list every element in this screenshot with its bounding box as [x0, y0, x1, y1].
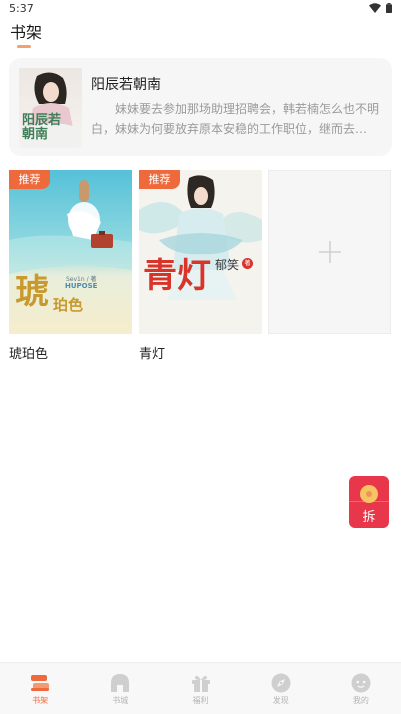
cover-author: 郁笑	[215, 258, 240, 272]
discover-icon	[271, 673, 291, 693]
header: 书架	[0, 18, 401, 50]
nav-item-welfare[interactable]: 福利	[160, 663, 240, 714]
title-indicator	[17, 45, 31, 48]
nav-label: 发现	[272, 696, 289, 705]
bottom-nav: 书架 书城 福利 发现 我的	[0, 662, 401, 714]
battery-icon	[386, 3, 392, 13]
add-book-button[interactable]	[268, 170, 391, 334]
status-icons	[369, 3, 392, 13]
nav-item-bookshelf[interactable]: 书架	[0, 663, 80, 714]
cover-big-chars: 青灯	[143, 256, 211, 296]
cover-big-char: 琥	[15, 272, 49, 312]
nav-label: 书架	[32, 696, 49, 705]
gift-icon	[191, 675, 210, 692]
featured-book-cover: 阳辰若朝南	[19, 68, 82, 148]
red-packet-label: 拆	[362, 510, 376, 525]
nav-item-profile[interactable]: 我的	[321, 663, 401, 714]
book-cover: 琥 珀色 Sev1n / 著 HUPOSE 推荐	[9, 170, 132, 334]
book-cover: 青灯 郁笑 著 推荐	[139, 170, 262, 334]
coin-icon	[360, 485, 378, 503]
book-item-hupose[interactable]: 琥 珀色 Sev1n / 著 HUPOSE 推荐 琥珀色	[9, 170, 132, 362]
status-bar: 5:37	[0, 0, 401, 18]
book-title: 青灯	[139, 347, 166, 362]
book-item-qingdeng[interactable]: 青灯 郁笑 著 推荐 青灯	[139, 170, 262, 362]
featured-cover-title: 阳辰若朝南	[22, 113, 62, 142]
featured-book-card[interactable]: 阳辰若朝南 阳辰若朝南 妹妹要去参加那场助理招聘会，韩若楠怎么也不明白，妹妹为何…	[9, 58, 392, 156]
page-title: 书架	[10, 23, 43, 42]
nav-label: 我的	[352, 696, 369, 705]
bookshelf-icon	[31, 675, 50, 691]
bookstore-icon	[111, 674, 130, 692]
nav-item-discover[interactable]: 发现	[241, 663, 321, 714]
cover-small-chars: 珀色	[53, 296, 84, 314]
profile-icon	[351, 673, 371, 693]
cover-seal: 著	[242, 258, 253, 269]
plus-icon	[319, 241, 341, 263]
recommend-badge: 推荐	[139, 170, 180, 189]
featured-book-title: 阳辰若朝南	[91, 77, 161, 93]
recommend-badge: 推荐	[9, 170, 50, 189]
book-title: 琥珀色	[9, 347, 49, 362]
nav-item-bookstore[interactable]: 书城	[80, 663, 160, 714]
status-time: 5:37	[9, 2, 34, 15]
cover-english-title: HUPOSE	[65, 282, 98, 290]
nav-label: 书城	[112, 696, 129, 705]
wifi-icon	[369, 3, 381, 13]
featured-book-description: 妹妹要去参加那场助理招聘会，韩若楠怎么也不明白，妹妹为何要放弃原本安稳的工作职位…	[91, 102, 380, 136]
nav-label: 福利	[192, 696, 209, 705]
red-packet-button[interactable]: 拆	[349, 476, 389, 528]
